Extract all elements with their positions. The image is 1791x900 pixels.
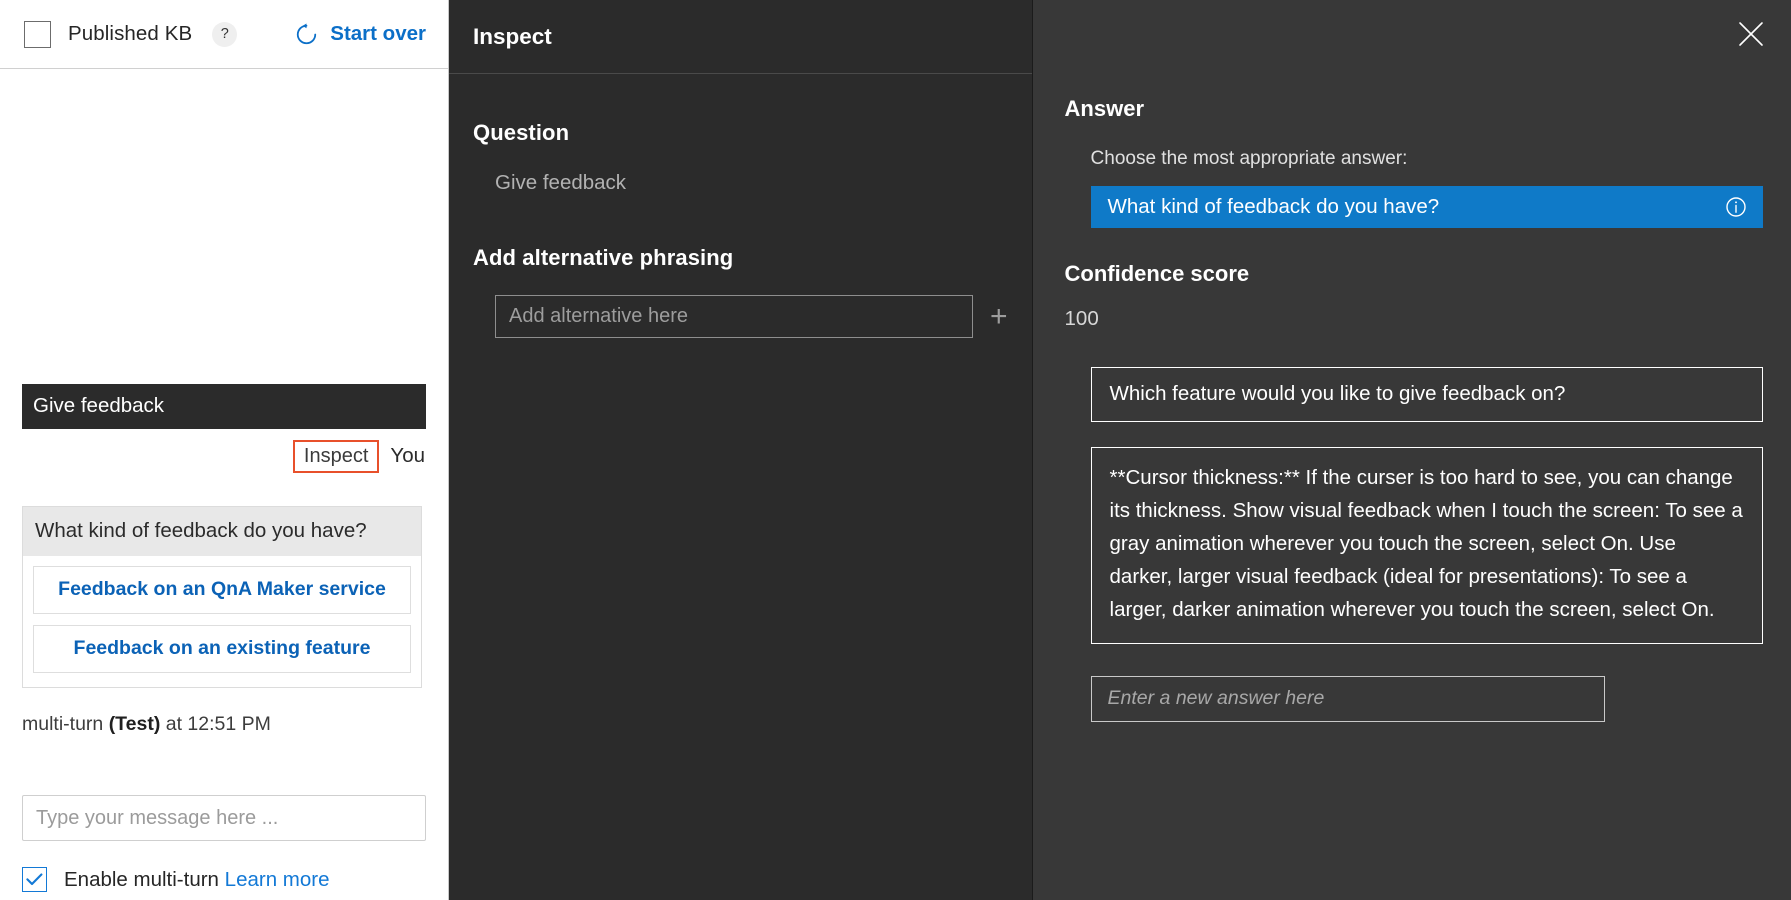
choice-button-existing-feature[interactable]: Feedback on an existing feature: [33, 625, 411, 673]
chat-header: Published KB ? Start over: [0, 0, 448, 69]
question-value: Give feedback: [473, 171, 1008, 195]
enable-multiturn-checkbox[interactable]: [22, 867, 47, 892]
inspect-header: Inspect: [449, 0, 1032, 74]
message-sender-label: You: [390, 444, 425, 468]
timestamp-suffix: at 12:51 PM: [160, 713, 271, 735]
alternative-phrasing-input[interactable]: [495, 295, 973, 338]
help-icon[interactable]: ?: [212, 22, 237, 47]
answer-pane: Answer Choose the most appropriate answe…: [1033, 0, 1791, 900]
alternative-phrasing-row: +: [473, 295, 1008, 338]
choice-button-qna-service[interactable]: Feedback on an QnA Maker service: [33, 566, 411, 614]
enable-multiturn-label: Enable multi-turn Learn more: [64, 868, 330, 892]
inspect-button[interactable]: Inspect: [293, 440, 379, 473]
transcript-spacer: [22, 69, 426, 384]
bot-response-card: What kind of feedback do you have? Feedb…: [22, 506, 422, 689]
answer-option-box-2[interactable]: **Cursor thickness:** If the curser is t…: [1091, 447, 1763, 644]
published-kb-label: Published KB: [68, 22, 192, 46]
alternative-phrasing-heading: Add alternative phrasing: [473, 245, 1008, 271]
bot-card-choices: Feedback on an QnA Maker service Feedbac…: [23, 556, 421, 687]
choose-answer-label: Choose the most appropriate answer:: [1065, 148, 1763, 170]
bot-card-prompt: What kind of feedback do you have?: [23, 507, 421, 557]
start-over-label: Start over: [330, 22, 426, 46]
confidence-score-heading: Confidence score: [1065, 261, 1763, 287]
selected-answer-chip[interactable]: What kind of feedback do you have?: [1091, 186, 1763, 228]
inspect-body: Question Give feedback Add alternative p…: [449, 74, 1032, 338]
chat-pane: Published KB ? Start over Give feedback: [0, 0, 449, 900]
published-kb-checkbox[interactable]: [24, 21, 51, 48]
learn-more-link[interactable]: Learn more: [225, 868, 330, 891]
timestamp-test-label: (Test): [109, 713, 161, 735]
timestamp-prefix: multi-turn: [22, 713, 109, 735]
chat-footer: Enable multi-turn Learn more: [0, 795, 448, 900]
qna-maker-test-screen: Published KB ? Start over Give feedback: [0, 0, 1791, 900]
answer-option-box-1[interactable]: Which feature would you like to give fee…: [1091, 367, 1763, 422]
message-timestamp: multi-turn (Test) at 12:51 PM: [22, 713, 426, 736]
refresh-icon: [294, 22, 319, 47]
new-answer-input[interactable]: [1091, 676, 1605, 722]
message-input[interactable]: [22, 795, 426, 841]
info-icon[interactable]: [1725, 196, 1747, 218]
user-message-row: Give feedback: [22, 384, 426, 429]
answer-body: Answer Choose the most appropriate answe…: [1033, 74, 1791, 722]
selected-answer-text: What kind of feedback do you have?: [1108, 195, 1725, 219]
enable-multiturn-row[interactable]: Enable multi-turn Learn more: [22, 867, 426, 900]
question-heading: Question: [473, 120, 1008, 146]
add-alternative-button[interactable]: +: [990, 302, 1008, 332]
inspect-panel-title: Inspect: [473, 24, 552, 50]
chat-transcript: Give feedback Inspect You What kind of f…: [0, 69, 448, 795]
message-meta-row: Inspect You: [22, 440, 426, 473]
start-over-button[interactable]: Start over: [294, 22, 426, 47]
answer-heading: Answer: [1065, 96, 1763, 122]
answer-header: [1033, 0, 1791, 74]
close-icon[interactable]: [1729, 12, 1773, 56]
confidence-score-value: 100: [1065, 307, 1763, 331]
user-message-bubble: Give feedback: [22, 384, 426, 429]
published-kb-group[interactable]: Published KB ?: [24, 21, 237, 48]
multiturn-text: Enable multi-turn: [64, 868, 219, 891]
inspect-pane: Inspect Question Give feedback Add alter…: [449, 0, 1033, 900]
